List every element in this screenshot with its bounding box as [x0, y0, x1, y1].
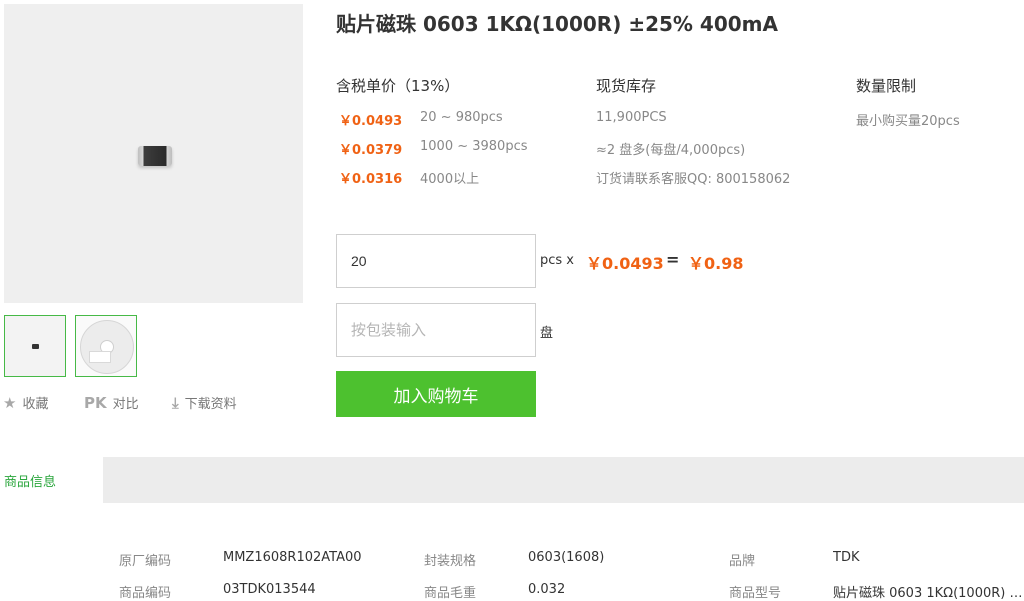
download-icon: ⤓ [172, 393, 179, 412]
stock-reels: ≈2 盘多(每盘/4,000pcs) [596, 143, 746, 158]
spec-key: 商品编码 [119, 586, 172, 601]
tier-price: ￥0.0379 [339, 143, 403, 158]
spec-key: 商品毛重 [424, 586, 477, 601]
download-label: 下载资料 [184, 397, 237, 412]
tier-range: 1000 ~ 3980pcs [420, 139, 528, 154]
spec-key: 封装规格 [424, 554, 477, 569]
compare-button[interactable]: PK 对比 [84, 393, 139, 413]
product-page: ★ 收藏 PK 对比 ⤓ 下载资料 贴片磁珠 0603 1KΩ(1000R) ±… [0, 0, 1024, 601]
spec-key: 商品型号 [729, 586, 782, 601]
calc-total-price: ￥0.98 [688, 254, 744, 273]
spec-value: 贴片磁珠 0603 1KΩ(1000R) ±25% 400mA [833, 586, 1024, 601]
stock-quantity: 11,900PCS [596, 110, 667, 125]
spec-value: TDK [833, 550, 860, 565]
thumbnail-chip[interactable] [4, 315, 66, 377]
pk-icon: PK [84, 393, 107, 412]
price-header: 含税单价（13%） [336, 77, 460, 95]
spec-value: MMZ1608R102ATA00 [223, 550, 362, 565]
thumbnail-reel[interactable] [75, 315, 137, 377]
spec-value: 03TDK013544 [223, 582, 316, 597]
tab-bar: 商品信息 [0, 457, 1024, 503]
reel-thumbnail-image [80, 320, 134, 374]
limit-header: 数量限制 [856, 77, 917, 95]
reel-label [89, 351, 111, 363]
stock-contact: 订货请联系客服QQ: 800158062 [596, 172, 791, 187]
min-order: 最小购买量20pcs [856, 114, 960, 129]
spec-key: 原厂编码 [119, 554, 172, 569]
download-button[interactable]: ⤓ 下载资料 [172, 393, 237, 413]
compare-label: 对比 [112, 397, 139, 412]
spec-value: 0.032 [528, 582, 566, 597]
chip-thumbnail-image [32, 344, 39, 349]
stock-header: 现货库存 [596, 77, 657, 95]
calc-unit-price: ￥0.0493 [586, 254, 664, 273]
unit-pcs-label: pcs x [540, 253, 574, 268]
tier-price: ￥0.0493 [339, 114, 403, 129]
quantity-input[interactable] [336, 234, 536, 288]
spec-key: 品牌 [729, 554, 756, 569]
favorite-button[interactable]: ★ 收藏 [3, 393, 49, 413]
unit-reel-label: 盘 [540, 326, 554, 341]
star-icon: ★ [3, 393, 17, 412]
spec-value: 0603(1608) [528, 550, 605, 565]
tier-range: 4000以上 [420, 172, 480, 187]
favorite-label: 收藏 [22, 397, 49, 412]
add-to-cart-button[interactable]: 加入购物车 [336, 371, 536, 417]
tier-price: ￥0.0316 [339, 172, 403, 187]
calc-equals: = [666, 250, 680, 269]
product-main-image [4, 4, 303, 303]
tier-range: 20 ~ 980pcs [420, 110, 503, 125]
product-title: 贴片磁珠 0603 1KΩ(1000R) ±25% 400mA [336, 12, 778, 36]
tab-product-info[interactable]: 商品信息 [0, 457, 103, 503]
reel-quantity-input[interactable] [336, 303, 536, 357]
ferrite-bead-chip-image [138, 146, 172, 166]
